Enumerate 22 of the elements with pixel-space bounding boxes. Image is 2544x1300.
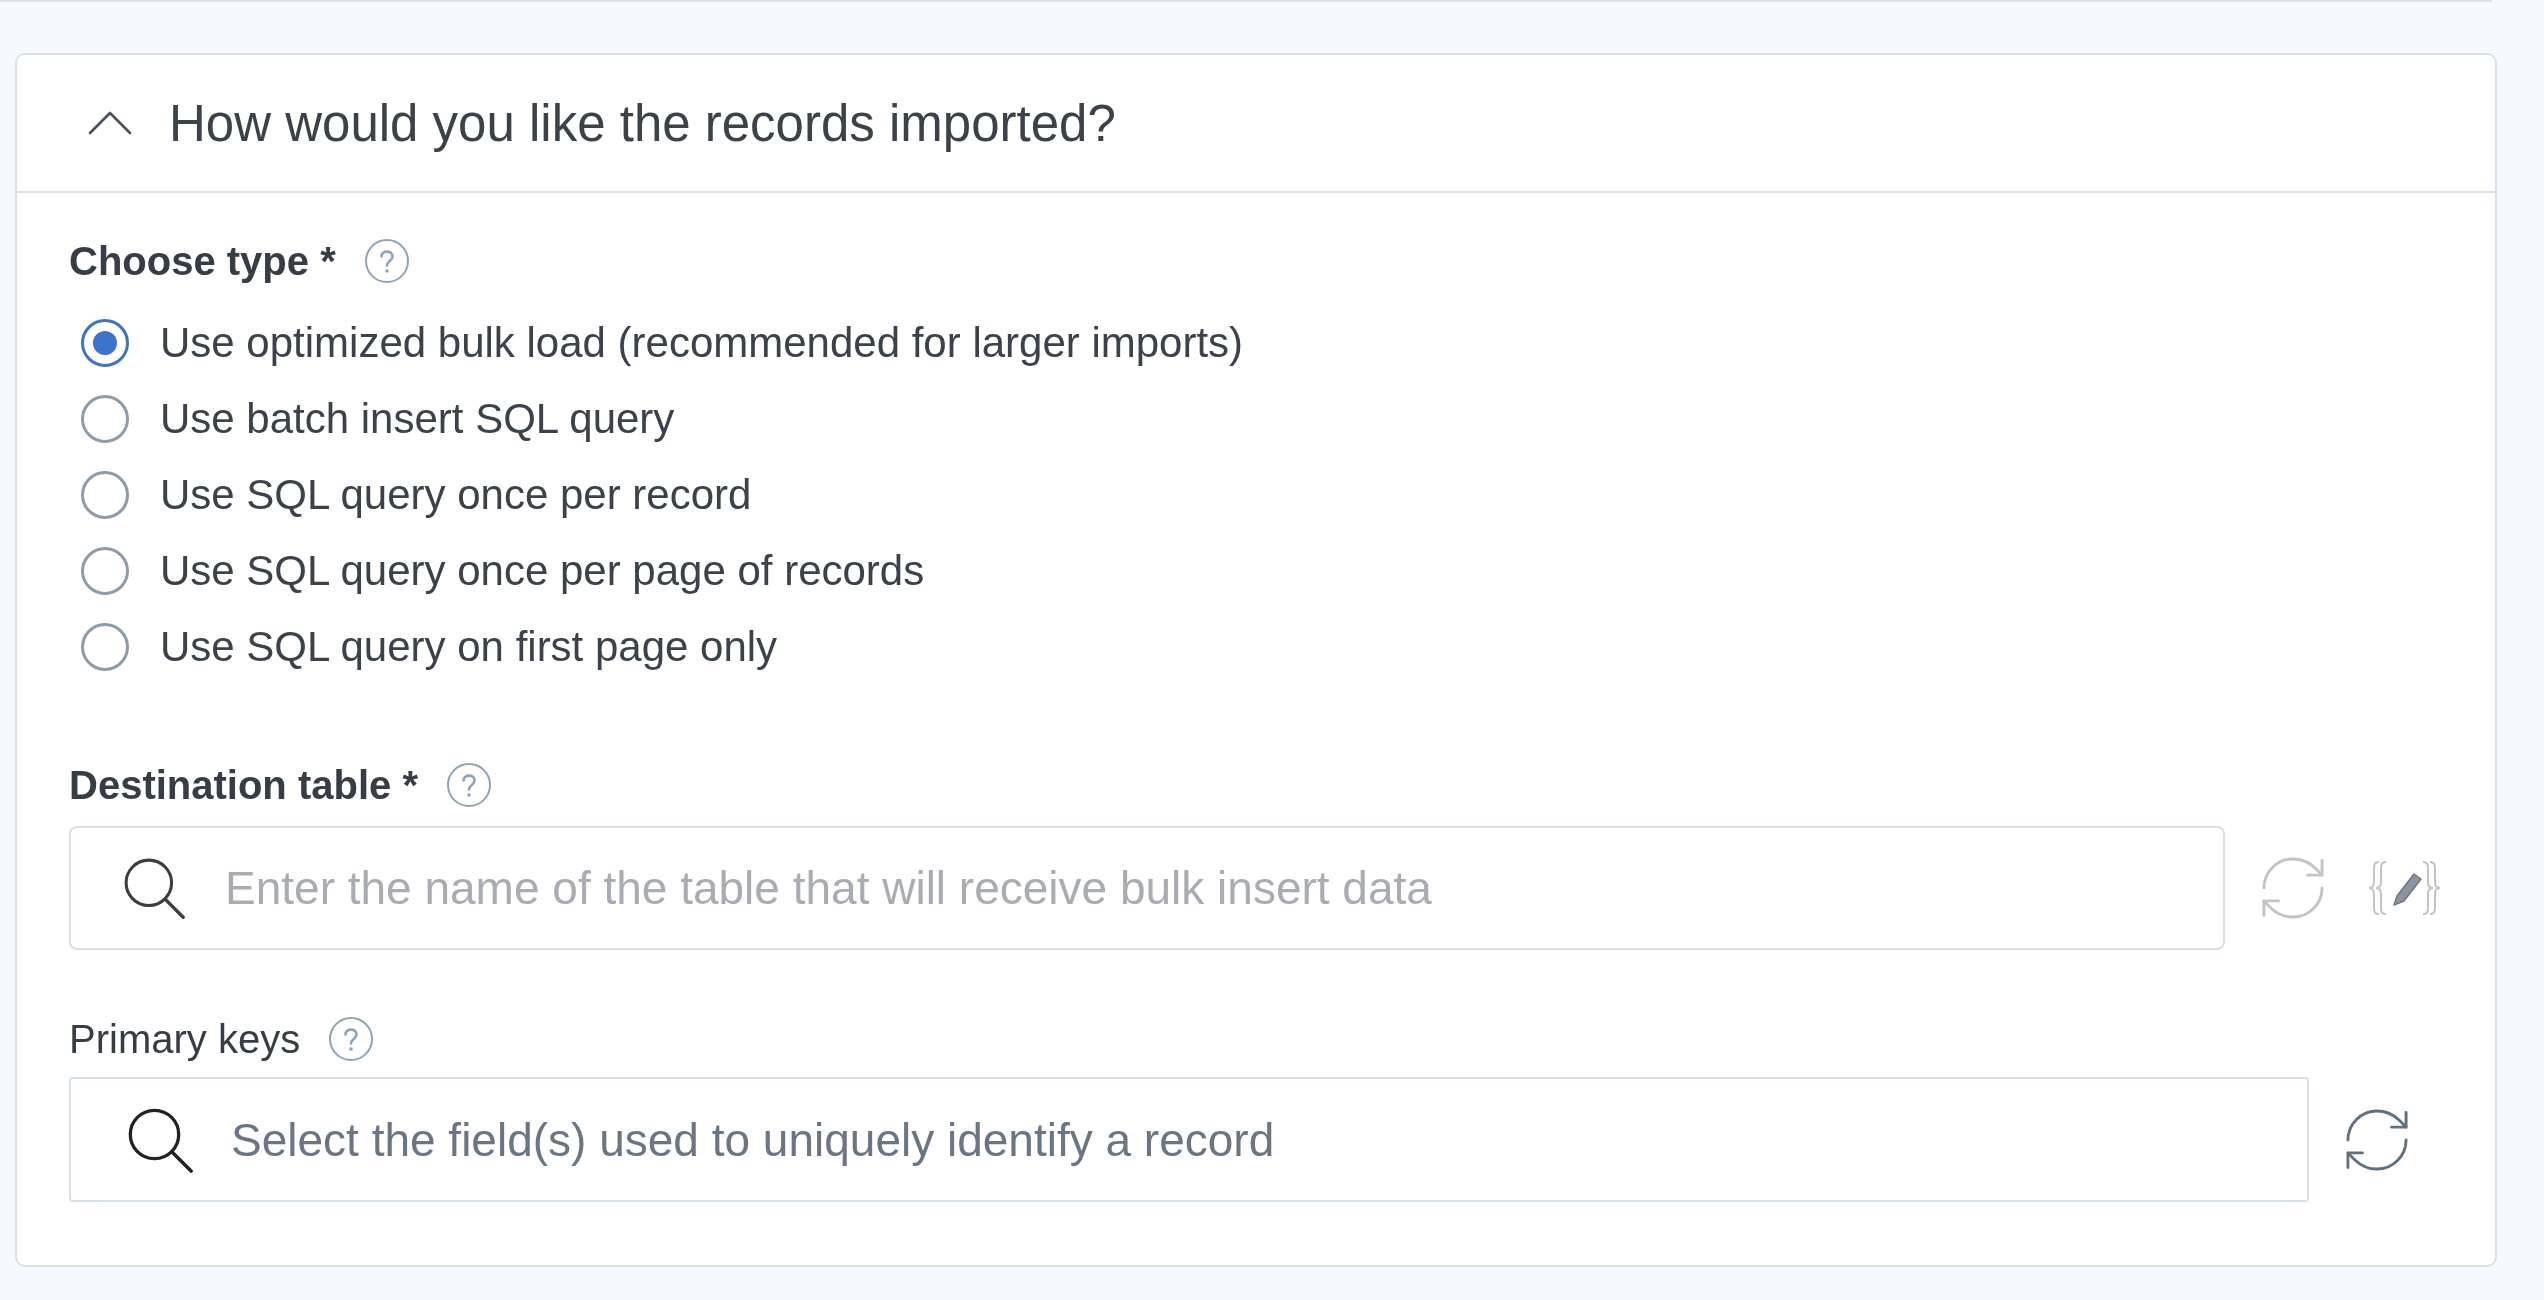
- radio-button[interactable]: [81, 395, 129, 443]
- search-icon: [123, 857, 185, 919]
- radio-button[interactable]: [81, 471, 129, 519]
- field-label: Choose type *: [69, 238, 336, 285]
- help-icon[interactable]: [363, 238, 410, 284]
- help-icon[interactable]: [328, 1016, 375, 1062]
- radio-label[interactable]: Use batch insert SQL query: [160, 393, 675, 445]
- radio-label[interactable]: Use optimized bulk load (recommended for larger imports): [160, 317, 1244, 369]
- section-header[interactable]: How would you like the records imported?: [17, 55, 2495, 193]
- field-label: Primary keys: [69, 1016, 301, 1063]
- search-icon: [127, 1106, 193, 1173]
- radio-label[interactable]: Use SQL query once per record: [160, 469, 752, 521]
- radio-label[interactable]: Use SQL query on first page only: [160, 621, 778, 673]
- refresh-icon[interactable]: [2346, 1108, 2408, 1171]
- help-icon[interactable]: [445, 762, 492, 808]
- search-field[interactable]: Select the field(s) used to uniquely identify a record: [69, 1077, 2309, 1202]
- radio-label[interactable]: Use SQL query once per page of records: [160, 545, 925, 597]
- braces-pencil-icon[interactable]: [2366, 860, 2443, 916]
- radio-button[interactable]: [81, 547, 129, 595]
- radio-button[interactable]: [81, 319, 129, 367]
- radio-button[interactable]: [81, 623, 129, 671]
- field-label: Destination table *: [69, 762, 418, 809]
